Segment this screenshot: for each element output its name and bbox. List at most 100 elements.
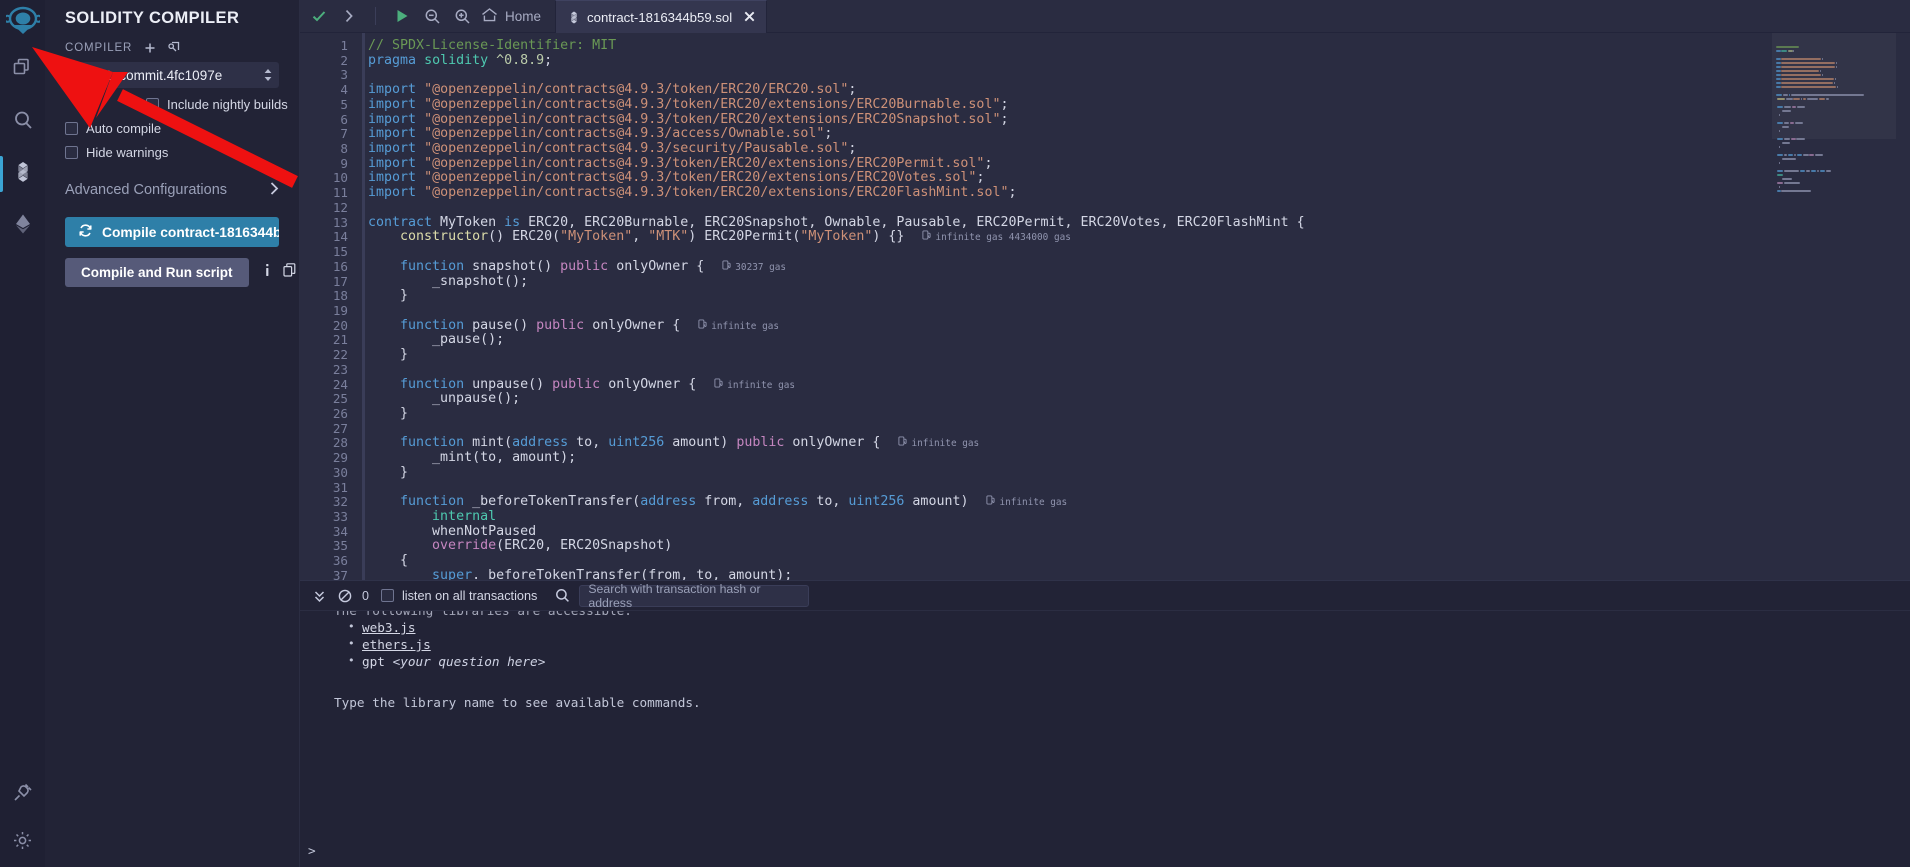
line-number: 26: [332, 405, 348, 421]
info-icon[interactable]: [262, 263, 273, 282]
editor-line[interactable]: 30 }: [300, 464, 1910, 481]
editor-line[interactable]: 11 import "@openzeppelin/contracts@4.9.3/…: [300, 185, 1910, 201]
compile-and-run-script-button[interactable]: Compile and Run script: [65, 258, 249, 287]
line-number: 20: [332, 317, 348, 333]
editor-line[interactable]: 2 pragma solidity ^0.8.9;: [300, 53, 1910, 69]
editor-line[interactable]: 34 whenNotPaused: [300, 524, 1910, 540]
sidebar-item-search[interactable]: [0, 96, 45, 148]
line-number: 36: [332, 553, 348, 569]
editor-line[interactable]: 18 }: [300, 288, 1910, 304]
sidebar-item-settings[interactable]: [0, 819, 45, 867]
sidebar-item-file-explorer[interactable]: [0, 44, 45, 96]
editor-line[interactable]: 24 function unpause() public onlyOwner {…: [300, 376, 1910, 393]
copy-link-icon[interactable]: [168, 41, 180, 54]
zoom-out-icon[interactable]: [417, 0, 447, 33]
editor-line[interactable]: 19: [300, 303, 1910, 319]
checkbox-box[interactable]: [65, 122, 78, 135]
editor-line[interactable]: 26 }: [300, 405, 1910, 422]
gas-estimate-label: infinite gas: [911, 438, 980, 450]
line-code: }: [368, 288, 409, 304]
compile-status-check-icon[interactable]: [304, 0, 334, 33]
editor-line[interactable]: 15: [300, 244, 1910, 260]
line-number: 25: [332, 391, 348, 407]
editor-line[interactable]: 1 // SPDX-License-Identifier: MIT: [300, 38, 1910, 54]
gas-pump-icon: [698, 319, 707, 332]
editor-line[interactable]: 27: [300, 421, 1910, 437]
editor-line[interactable]: 13 contract MyToken is ERC20, ERC20Burnab…: [300, 215, 1910, 231]
close-icon[interactable]: [744, 10, 755, 25]
sidebar-item-deploy-run[interactable]: [0, 200, 45, 252]
remix-logo-icon[interactable]: [0, 2, 45, 44]
run-script-play-icon[interactable]: [387, 0, 417, 33]
editor-minimap[interactable]: [1772, 33, 1896, 580]
line-number: 8: [340, 141, 348, 157]
editor-line[interactable]: 28 function mint(address to, uint256 amo…: [300, 436, 1910, 451]
terminal-prompt-caret[interactable]: >: [308, 842, 316, 859]
sidebar-item-plugin-manager[interactable]: [0, 771, 45, 819]
editor-line[interactable]: 3: [300, 68, 1910, 83]
editor-line[interactable]: 21 _pause();: [300, 333, 1910, 348]
sidebar-item-solidity-compiler[interactable]: [0, 148, 45, 200]
terminal-toolbar: 0 listen on all transactions Search with…: [300, 581, 1910, 611]
editor-line[interactable]: 25 _unpause();: [300, 391, 1910, 407]
line-code: }: [368, 464, 409, 480]
editor-line[interactable]: 29 _mint(to, amount);: [300, 450, 1910, 466]
copy-icon[interactable]: [282, 263, 296, 282]
checkbox-hide-warnings[interactable]: Hide warnings: [45, 145, 299, 160]
checkbox-listen-all-transactions[interactable]: listen on all transactions: [380, 589, 537, 603]
line-code: constructor() ERC20("MyToken", "MTK") ER…: [400, 229, 905, 245]
advanced-configurations-toggle[interactable]: Advanced Configurations: [65, 182, 279, 198]
editor-line[interactable]: 4 import "@openzeppelin/contracts@4.9.3/t…: [300, 82, 1910, 98]
line-number: 17: [332, 273, 348, 289]
plus-icon[interactable]: [144, 42, 156, 54]
home-tab[interactable]: Home: [477, 7, 551, 26]
editor-line[interactable]: 7 import "@openzeppelin/contracts@4.9.3/a…: [300, 126, 1910, 142]
editor-line[interactable]: 16 function snapshot() public onlyOwner …: [300, 259, 1910, 275]
editor-line[interactable]: 6 import "@openzeppelin/contracts@4.9.3/t…: [300, 112, 1910, 128]
editor-line[interactable]: 33 internal: [300, 509, 1910, 525]
editor-line[interactable]: 9 import "@openzeppelin/contracts@4.9.3/t…: [300, 156, 1910, 172]
editor-line[interactable]: 37 super._beforeTokenTransfer(from, to, …: [300, 567, 1910, 580]
web3js-link[interactable]: web3.js: [362, 620, 415, 635]
code-editor[interactable]: 1 // SPDX-License-Identifier: MIT 2 pragma …: [300, 33, 1910, 580]
search-icon[interactable]: [555, 588, 570, 603]
checkbox-box[interactable]: [65, 146, 78, 159]
editor-vertical-scrollbar[interactable]: [1896, 33, 1910, 580]
zoom-in-icon[interactable]: [447, 0, 477, 33]
checkbox-include-nightly-builds[interactable]: Include nightly builds: [45, 97, 299, 112]
editor-line[interactable]: 14 constructor() ERC20("MyToken", "MTK")…: [300, 229, 1910, 245]
checkbox-auto-compile[interactable]: Auto compile: [45, 121, 299, 136]
line-code: import "@openzeppelin/contracts@4.9.3/to…: [368, 185, 1017, 201]
editor-line[interactable]: 35 override(ERC20, ERC20Snapshot): [300, 539, 1910, 554]
terminal-output[interactable]: The following libraries are accessible: …: [300, 611, 1910, 867]
checkbox-box[interactable]: [146, 98, 159, 111]
editor-line[interactable]: 31: [300, 480, 1910, 496]
line-number: 24: [332, 376, 348, 392]
editor-line[interactable]: 17 _snapshot();: [300, 273, 1910, 290]
editor-line[interactable]: 10 import "@openzeppelin/contracts@4.9.3/…: [300, 171, 1910, 186]
terminal-search-input[interactable]: Search with transaction hash or address: [579, 582, 810, 610]
line-code: }: [368, 405, 409, 421]
editor-line[interactable]: 8 import "@openzeppelin/contracts@4.9.3/s…: [300, 141, 1910, 157]
tab-contract-sol[interactable]: contract-1816344b59.sol: [555, 0, 768, 33]
editor-line[interactable]: 22 }: [300, 347, 1910, 363]
editor-line[interactable]: 32 function _beforeTokenTransfer(address…: [300, 494, 1910, 510]
toolbar-divider: [375, 7, 376, 25]
editor-line[interactable]: 12: [300, 200, 1910, 216]
editor-line[interactable]: 5 import "@openzeppelin/contracts@4.9.3/t…: [300, 97, 1910, 113]
chevron-right-icon[interactable]: [270, 182, 279, 198]
expand-panel-chevron-right-icon[interactable]: [334, 0, 364, 33]
compiler-version-select-wrap: 0.8.22+commit.4fc1097e: [65, 62, 279, 88]
compile-contract-button[interactable]: Compile contract-1816344b…: [65, 217, 279, 247]
editor-line[interactable]: 23: [300, 362, 1910, 378]
clear-console-ban-icon[interactable]: [332, 589, 358, 603]
editor-line[interactable]: 20 function pause() public onlyOwner {in…: [300, 317, 1910, 334]
ethersjs-link[interactable]: ethers.js: [362, 637, 431, 652]
compiler-version-select[interactable]: 0.8.22+commit.4fc1097e: [65, 62, 279, 88]
editor-line[interactable]: 36 {: [300, 553, 1910, 569]
line-number: 37: [332, 567, 348, 580]
chevron-updown-icon[interactable]: [264, 69, 272, 81]
chevron-double-down-icon[interactable]: [306, 589, 332, 603]
editor-code-lines[interactable]: 1 // SPDX-License-Identifier: MIT 2 pragma …: [300, 38, 1910, 580]
checkbox-box[interactable]: [380, 589, 394, 602]
